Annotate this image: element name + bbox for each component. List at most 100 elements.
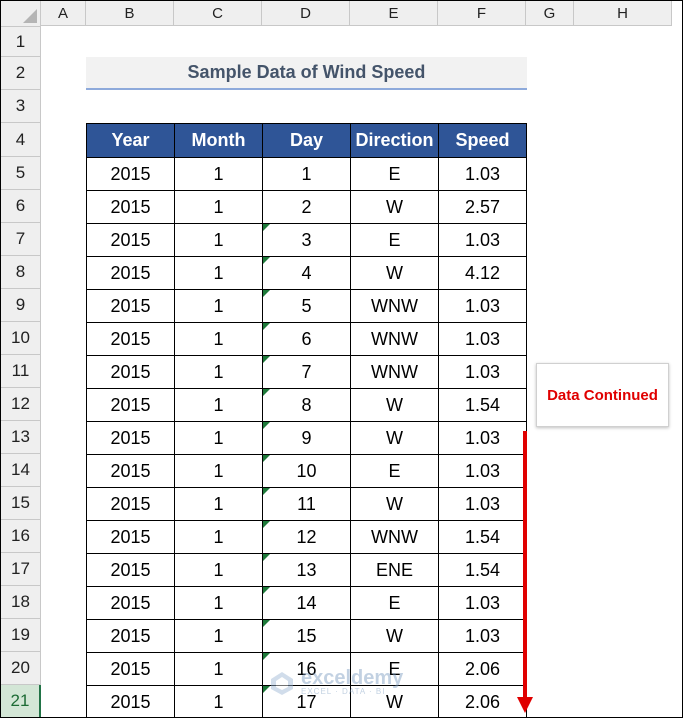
cell-speed[interactable]: 1.54: [438, 553, 527, 587]
row-header-17[interactable]: 17: [1, 553, 41, 586]
cell-year[interactable]: 2015: [86, 487, 175, 521]
cell-speed[interactable]: 1.54: [438, 520, 527, 554]
cell-year[interactable]: 2015: [86, 223, 175, 257]
cell-month[interactable]: 1: [174, 289, 263, 323]
row-header-1[interactable]: 1: [1, 27, 41, 57]
cell-speed[interactable]: 2.57: [438, 190, 527, 224]
cell-direction[interactable]: W: [350, 190, 439, 224]
cell-day[interactable]: 10: [262, 454, 351, 488]
cell-speed[interactable]: 2.06: [438, 652, 527, 686]
cell-month[interactable]: 1: [174, 190, 263, 224]
cell-direction[interactable]: WNW: [350, 322, 439, 356]
cell-day[interactable]: 14: [262, 586, 351, 620]
cell-direction[interactable]: W: [350, 388, 439, 422]
cell-year[interactable]: 2015: [86, 619, 175, 653]
cell-direction[interactable]: W: [350, 619, 439, 653]
column-header-h[interactable]: H: [574, 1, 672, 26]
row-header-11[interactable]: 11: [1, 355, 41, 388]
cell-direction[interactable]: ENE: [350, 553, 439, 587]
cell-month[interactable]: 1: [174, 454, 263, 488]
cell-month[interactable]: 1: [174, 355, 263, 389]
cell-month[interactable]: 1: [174, 421, 263, 455]
row-header-19[interactable]: 19: [1, 619, 41, 652]
cell-day[interactable]: 9: [262, 421, 351, 455]
row-header-4[interactable]: 4: [1, 123, 41, 157]
row-header-3[interactable]: 3: [1, 90, 41, 123]
cell-year[interactable]: 2015: [86, 157, 175, 191]
cell-year[interactable]: 2015: [86, 685, 175, 717]
cell-month[interactable]: 1: [174, 157, 263, 191]
cell-day[interactable]: 11: [262, 487, 351, 521]
row-header-13[interactable]: 13: [1, 421, 41, 454]
column-header-b[interactable]: B: [86, 1, 174, 26]
cell-direction[interactable]: WNW: [350, 520, 439, 554]
cell-day[interactable]: 3: [262, 223, 351, 257]
row-header-21[interactable]: 21: [1, 685, 41, 717]
row-header-9[interactable]: 9: [1, 289, 41, 322]
cell-year[interactable]: 2015: [86, 520, 175, 554]
cell-year[interactable]: 2015: [86, 355, 175, 389]
cell-direction[interactable]: W: [350, 487, 439, 521]
cell-year[interactable]: 2015: [86, 553, 175, 587]
column-header-e[interactable]: E: [350, 1, 438, 26]
cell-speed[interactable]: 1.03: [438, 355, 527, 389]
row-header-15[interactable]: 15: [1, 487, 41, 520]
cell-year[interactable]: 2015: [86, 289, 175, 323]
row-header-2[interactable]: 2: [1, 57, 41, 90]
cell-day[interactable]: 13: [262, 553, 351, 587]
cell-day[interactable]: 1: [262, 157, 351, 191]
row-header-20[interactable]: 20: [1, 652, 41, 685]
cell-day[interactable]: 8: [262, 388, 351, 422]
column-title-day[interactable]: Day: [262, 123, 351, 158]
cell-direction[interactable]: E: [350, 454, 439, 488]
cell-day[interactable]: 2: [262, 190, 351, 224]
cell-month[interactable]: 1: [174, 256, 263, 290]
data-continued-button[interactable]: Data Continued: [536, 363, 669, 427]
cell-speed[interactable]: 1.03: [438, 454, 527, 488]
cell-year[interactable]: 2015: [86, 388, 175, 422]
cell-direction[interactable]: E: [350, 157, 439, 191]
cell-speed[interactable]: 2.06: [438, 685, 527, 717]
cell-year[interactable]: 2015: [86, 322, 175, 356]
column-title-speed[interactable]: Speed: [438, 123, 527, 158]
cell-year[interactable]: 2015: [86, 586, 175, 620]
cell-speed[interactable]: 1.03: [438, 223, 527, 257]
cell-year[interactable]: 2015: [86, 421, 175, 455]
cell-day[interactable]: 12: [262, 520, 351, 554]
cell-month[interactable]: 1: [174, 520, 263, 554]
cell-month[interactable]: 1: [174, 388, 263, 422]
column-header-g[interactable]: G: [526, 1, 574, 26]
cell-speed[interactable]: 4.12: [438, 256, 527, 290]
column-header-f[interactable]: F: [438, 1, 526, 26]
cell-month[interactable]: 1: [174, 223, 263, 257]
cell-direction[interactable]: WNW: [350, 289, 439, 323]
cell-month[interactable]: 1: [174, 487, 263, 521]
cell-direction[interactable]: E: [350, 586, 439, 620]
cell-direction[interactable]: WNW: [350, 355, 439, 389]
cell-month[interactable]: 1: [174, 619, 263, 653]
cell-day[interactable]: 15: [262, 619, 351, 653]
cell-speed[interactable]: 1.03: [438, 619, 527, 653]
cell-direction[interactable]: W: [350, 421, 439, 455]
row-header-5[interactable]: 5: [1, 157, 41, 190]
select-all-corner[interactable]: [1, 1, 41, 27]
cell-year[interactable]: 2015: [86, 190, 175, 224]
cell-month[interactable]: 1: [174, 586, 263, 620]
row-header-14[interactable]: 14: [1, 454, 41, 487]
row-header-7[interactable]: 7: [1, 223, 41, 256]
row-header-12[interactable]: 12: [1, 388, 41, 421]
column-header-d[interactable]: D: [262, 1, 350, 26]
cell-day[interactable]: 7: [262, 355, 351, 389]
cell-speed[interactable]: 1.03: [438, 487, 527, 521]
row-header-8[interactable]: 8: [1, 256, 41, 289]
column-title-year[interactable]: Year: [86, 123, 175, 158]
cell-month[interactable]: 1: [174, 652, 263, 686]
cell-month[interactable]: 1: [174, 322, 263, 356]
cell-speed[interactable]: 1.03: [438, 157, 527, 191]
row-header-18[interactable]: 18: [1, 586, 41, 619]
row-header-6[interactable]: 6: [1, 190, 41, 223]
row-header-10[interactable]: 10: [1, 322, 41, 355]
cell-speed[interactable]: 1.03: [438, 289, 527, 323]
row-header-16[interactable]: 16: [1, 520, 41, 553]
cell-speed[interactable]: 1.03: [438, 322, 527, 356]
